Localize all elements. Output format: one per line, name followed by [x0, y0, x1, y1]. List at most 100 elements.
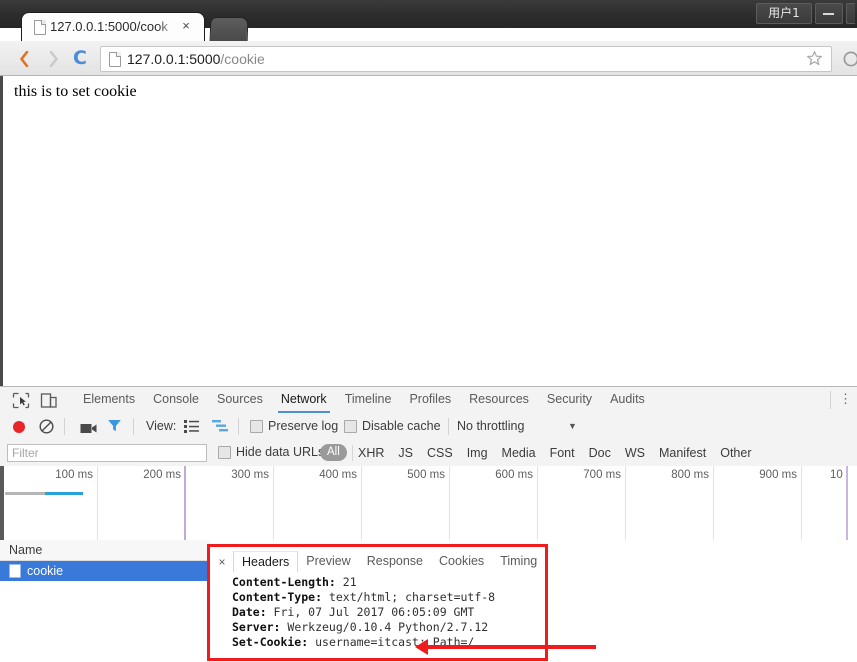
filter-type-manifest[interactable]: Manifest	[659, 446, 706, 460]
tab-timing[interactable]: Timing	[492, 551, 545, 572]
browser-tab-title: 127.0.0.1:5000/cook	[50, 18, 178, 36]
disable-cache-checkbox[interactable]: Disable cache	[344, 419, 441, 433]
tab-elements[interactable]: Elements	[74, 387, 144, 413]
filter-type-css[interactable]: CSS	[427, 446, 453, 460]
header-row-server: Server: Werkzeug/0.10.4 Python/2.7.12	[232, 620, 495, 635]
page-icon	[34, 20, 46, 35]
disable-cache-label: Disable cache	[362, 419, 441, 433]
browser-toolbar: C 127.0.0.1:5000/cookie	[0, 41, 857, 76]
timeline-gridline	[97, 466, 98, 540]
network-timeline-overview[interactable]: 100 ms 200 ms 300 ms 400 ms 500 ms 600 m…	[0, 466, 857, 541]
tab-timeline[interactable]: Timeline	[336, 387, 401, 413]
toolbar-divider	[64, 418, 65, 435]
page-viewport: this is to set cookie	[0, 76, 857, 386]
filter-type-font[interactable]: Font	[550, 446, 575, 460]
filter-input[interactable]	[7, 444, 207, 462]
header-row-content-type: Content-Type: text/html; charset=utf-8	[232, 590, 495, 605]
bookmark-star-icon[interactable]	[806, 50, 823, 67]
tab-resources[interactable]: Resources	[460, 387, 538, 413]
toolbar-divider	[133, 418, 134, 435]
close-icon[interactable]: ×	[211, 555, 233, 569]
tab-preview[interactable]: Preview	[298, 551, 358, 572]
header-row-content-length: Content-Length: 21	[232, 575, 495, 590]
clear-icon[interactable]	[39, 419, 54, 434]
close-icon[interactable]: ×	[178, 18, 194, 34]
reload-button[interactable]: C	[70, 47, 94, 71]
more-options-icon[interactable]: ⋮	[839, 391, 851, 409]
tab-profiles[interactable]: Profiles	[400, 387, 460, 413]
header-value: Werkzeug/0.10.4 Python/2.7.12	[280, 620, 488, 634]
network-toolbar: View: Preserve log	[0, 413, 857, 441]
table-row[interactable]: cookie	[0, 561, 210, 581]
filter-type-doc[interactable]: Doc	[589, 446, 611, 460]
tab-audits[interactable]: Audits	[601, 387, 654, 413]
filter-type-media[interactable]: Media	[502, 446, 536, 460]
view-label: View:	[146, 419, 176, 434]
browser-tab[interactable]: 127.0.0.1:5000/cook ×	[22, 13, 204, 41]
filter-type-img[interactable]: Img	[467, 446, 488, 460]
overview-left-edge	[0, 466, 4, 540]
header-key: Content-Length:	[232, 575, 336, 589]
load-event-marker	[846, 466, 848, 540]
timeline-tick-label: 800 ms	[654, 469, 709, 481]
document-icon	[9, 564, 21, 578]
tab-cookies[interactable]: Cookies	[431, 551, 492, 572]
tab-security[interactable]: Security	[538, 387, 601, 413]
devtools-panel: Elements Console Sources Network Timelin…	[0, 386, 857, 662]
request-detail-pane: × Headers Preview Response Cookies Timin…	[211, 540, 857, 662]
inspect-element-icon[interactable]	[12, 392, 30, 409]
header-key: Content-Type:	[232, 590, 322, 604]
chevron-down-icon[interactable]: ▼	[568, 421, 577, 432]
waterfall-view-icon[interactable]	[212, 419, 228, 433]
request-detail-tabs: × Headers Preview Response Cookies Timin…	[211, 551, 545, 572]
page-info-icon[interactable]	[109, 52, 121, 67]
timeline-gridline	[361, 466, 362, 540]
tab-console[interactable]: Console	[144, 387, 208, 413]
header-key: Date:	[232, 605, 267, 619]
header-value: 21	[336, 575, 357, 589]
hide-data-urls-checkbox[interactable]: Hide data URLs	[218, 445, 324, 459]
filter-type-list: XHR JS CSS Img Media Font Doc WS Manifes…	[358, 444, 752, 462]
overview-request-bar-download	[45, 492, 83, 495]
filter-type-all[interactable]: All	[320, 444, 347, 461]
network-request-list: Name cookie	[0, 540, 210, 662]
list-view-icon[interactable]	[184, 419, 199, 433]
new-tab-button[interactable]	[211, 18, 248, 41]
timeline-tick-label: 200 ms	[126, 469, 181, 481]
tab-network[interactable]: Network	[272, 387, 336, 413]
timeline-tick-label: 400 ms	[302, 469, 357, 481]
camera-icon[interactable]	[80, 421, 97, 432]
page-body-text: this is to set cookie	[14, 83, 137, 101]
timeline-tick-label: 700 ms	[566, 469, 621, 481]
filter-type-other[interactable]: Other	[720, 446, 751, 460]
toolbar-divider	[830, 391, 831, 409]
filter-type-xhr[interactable]: XHR	[358, 446, 384, 460]
address-bar-text: 127.0.0.1:5000/cookie	[127, 49, 265, 69]
devtools-tabbar: Elements Console Sources Network Timelin…	[0, 387, 857, 414]
overview-request-bar-stalled	[5, 492, 45, 495]
toolbar-divider	[238, 418, 239, 435]
filter-icon[interactable]	[107, 418, 122, 433]
tab-headers[interactable]: Headers	[233, 551, 298, 572]
timeline-tick-label: 900 ms	[742, 469, 797, 481]
tab-sources[interactable]: Sources	[208, 387, 272, 413]
response-headers-list: Content-Length: 21 Content-Type: text/ht…	[232, 575, 495, 650]
checkbox-icon	[218, 446, 231, 459]
back-button[interactable]	[12, 47, 36, 71]
column-header-name[interactable]: Name	[0, 540, 210, 561]
preserve-log-checkbox[interactable]: Preserve log	[250, 419, 338, 433]
forward-button[interactable]	[42, 47, 66, 71]
forward-arrow-icon	[49, 51, 59, 67]
filter-type-ws[interactable]: WS	[625, 446, 645, 460]
url-path: /cookie	[220, 51, 264, 67]
timeline-gridline	[273, 466, 274, 540]
record-button[interactable]	[13, 421, 25, 433]
address-bar[interactable]: 127.0.0.1:5000/cookie	[100, 46, 832, 72]
tab-response[interactable]: Response	[359, 551, 431, 572]
header-row-date: Date: Fri, 07 Jul 2017 06:05:09 GMT	[232, 605, 495, 620]
throttling-select[interactable]: No throttling	[457, 419, 524, 433]
filter-type-js[interactable]: JS	[398, 446, 413, 460]
toggle-device-toolbar-icon[interactable]	[40, 392, 58, 409]
profile-icon[interactable]	[843, 51, 857, 71]
back-arrow-icon	[19, 51, 29, 67]
